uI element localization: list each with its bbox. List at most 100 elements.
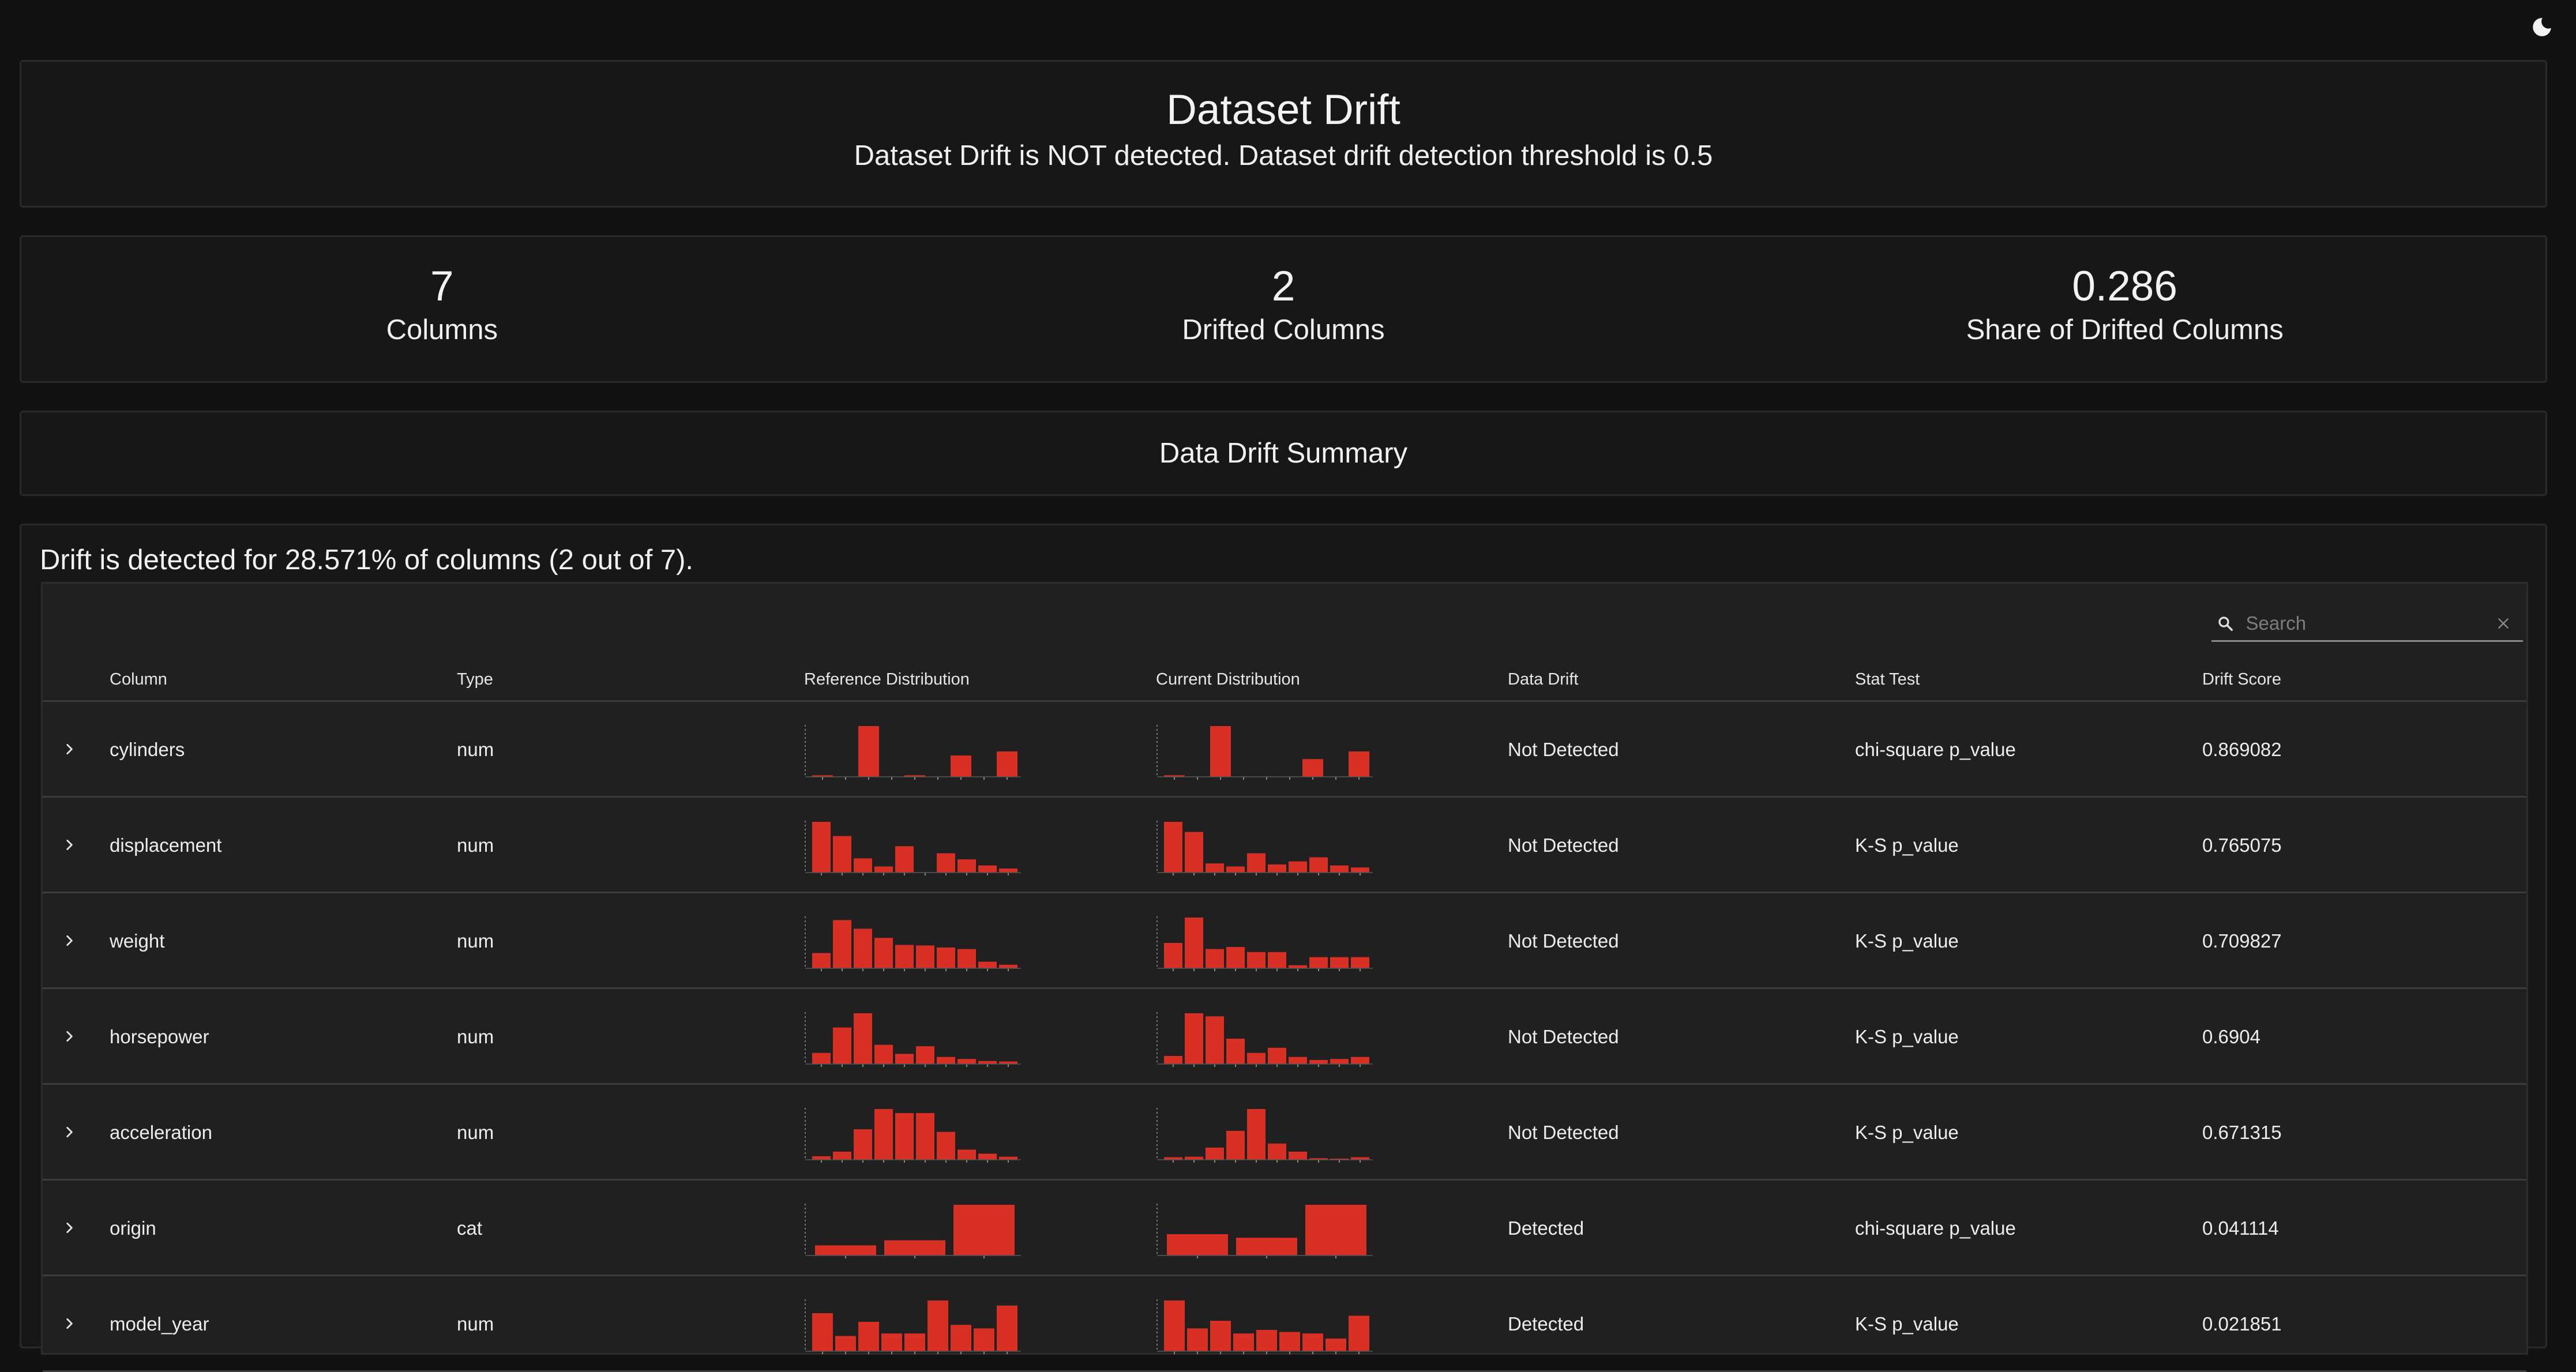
current-distribution-bar: [1268, 1143, 1286, 1160]
reference-distribution-bar: [854, 929, 872, 968]
current-distribution-bar: [1185, 1013, 1203, 1064]
reference-distribution-bar: [874, 1109, 893, 1160]
counter-value: 2: [1271, 263, 1295, 310]
chevron-right-icon[interactable]: [55, 735, 83, 763]
chevron-right-icon[interactable]: [55, 831, 83, 859]
chevron-right-icon[interactable]: [55, 1023, 83, 1050]
data-drift-status: Detected: [1508, 1217, 1584, 1239]
current-distribution-bar: [1210, 726, 1231, 777]
theme-toggle-moon-icon[interactable]: [2530, 15, 2554, 39]
current-distribution-bar: [1226, 1130, 1245, 1160]
reference-distribution-bar: [854, 1129, 872, 1160]
reference-distribution-bar: [881, 1333, 902, 1351]
data-drift-status: Not Detected: [1508, 1026, 1619, 1047]
column-name: weight: [110, 930, 165, 952]
reference-distribution-bar: [997, 1305, 1017, 1351]
reference-distribution-bar: [835, 1336, 856, 1351]
search-input[interactable]: [2244, 612, 2492, 635]
current-distribution-bar: [1305, 1205, 1366, 1256]
column-name: displacement: [110, 835, 222, 856]
current-distribution-bar: [1268, 864, 1286, 873]
current-distribution-bar: [1226, 947, 1245, 968]
counters-panel: 7 Columns 2 Drifted Columns 0.286 Share …: [20, 235, 2547, 383]
current-distribution-bar: [1164, 1300, 1185, 1351]
current-distribution-bar: [1185, 1156, 1203, 1160]
chevron-right-icon[interactable]: [55, 1214, 83, 1242]
data-drift-status: Not Detected: [1508, 835, 1619, 856]
header-reference-distribution[interactable]: Reference Distribution: [804, 670, 970, 689]
column-type: num: [457, 739, 494, 760]
reference-distribution-histogram: [805, 821, 1021, 875]
reference-distribution-bar: [812, 1313, 833, 1351]
column-name: horsepower: [110, 1026, 209, 1047]
stat-test: K-S p_value: [1855, 1313, 1959, 1335]
reference-distribution-bar: [937, 1057, 955, 1064]
data-drift-status: Not Detected: [1508, 739, 1619, 760]
header-column[interactable]: Column: [110, 670, 167, 689]
header-data-drift[interactable]: Data Drift: [1508, 670, 1578, 689]
column-type: cat: [457, 1217, 483, 1239]
reference-distribution-bar: [874, 938, 893, 968]
current-distribution-bar: [1206, 1016, 1224, 1064]
reference-distribution-bar: [978, 865, 997, 873]
table-row: origin cat Detected chi-square p_value 0.041…: [43, 1181, 2526, 1276]
page-title: Dataset Drift: [1166, 87, 1400, 133]
search-box[interactable]: [2211, 607, 2523, 642]
reference-distribution-bar: [957, 1059, 976, 1064]
stat-test: K-S p_value: [1855, 930, 1959, 952]
header-type[interactable]: Type: [457, 670, 493, 689]
column-type: num: [457, 1313, 494, 1335]
reference-distribution-bar: [937, 853, 955, 873]
current-distribution-histogram: [1156, 1204, 1373, 1258]
chevron-right-icon[interactable]: [55, 1118, 83, 1146]
reference-distribution-bar: [999, 964, 1017, 968]
reference-distribution-bar: [999, 1156, 1017, 1160]
current-distribution-bar: [1247, 853, 1266, 873]
reference-distribution-bar: [916, 1046, 934, 1064]
current-distribution-bar: [1330, 1059, 1349, 1064]
current-distribution-bar: [1247, 1109, 1266, 1160]
current-distribution-bar: [1164, 943, 1182, 968]
counter-label: Columns: [386, 314, 498, 345]
close-icon[interactable]: [2492, 612, 2515, 635]
counter-drifted-columns: 2 Drifted Columns: [863, 237, 1704, 381]
reference-distribution-bar: [937, 947, 955, 968]
drift-share-text: Drift is detected for 28.571% of columns…: [40, 544, 694, 576]
current-distribution-bar: [1309, 857, 1328, 873]
reference-distribution-histogram: [805, 1204, 1021, 1258]
current-distribution-bar: [1351, 1057, 1369, 1064]
reference-distribution-bar: [895, 1054, 914, 1064]
reference-distribution-bar: [927, 1300, 948, 1351]
current-distribution-bar: [1309, 1059, 1328, 1064]
reference-distribution-bar: [854, 858, 872, 873]
reference-distribution-bar: [895, 846, 914, 873]
reference-distribution-bar: [904, 1333, 925, 1351]
current-distribution-bar: [1247, 952, 1266, 968]
header-drift-score[interactable]: Drift Score: [2202, 670, 2281, 689]
current-distribution-histogram: [1156, 1012, 1373, 1067]
current-distribution-bar: [1302, 1333, 1323, 1351]
drift-score: 0.765075: [2202, 835, 2282, 856]
column-type: num: [457, 835, 494, 856]
chevron-right-icon[interactable]: [55, 927, 83, 954]
header-stat-test[interactable]: Stat Test: [1855, 670, 1920, 689]
drift-score: 0.671315: [2202, 1122, 2282, 1143]
data-drift-status: Detected: [1508, 1313, 1584, 1335]
counter-share-drifted: 0.286 Share of Drifted Columns: [1704, 237, 2545, 381]
reference-distribution-histogram: [805, 1299, 1021, 1354]
current-distribution-bar: [1236, 1238, 1297, 1256]
header-current-distribution[interactable]: Current Distribution: [1156, 670, 1300, 689]
reference-distribution-bar: [854, 1013, 872, 1064]
current-distribution-bar: [1309, 957, 1328, 968]
current-distribution-bar: [1226, 866, 1245, 873]
reference-distribution-bar: [978, 1061, 997, 1064]
current-distribution-bar: [1210, 1321, 1231, 1351]
current-distribution-bar: [1247, 1053, 1266, 1064]
chevron-right-icon[interactable]: [55, 1310, 83, 1337]
reference-distribution-bar: [833, 836, 851, 873]
reference-distribution-bar: [874, 866, 893, 873]
drift-table-panel: Drift is detected for 28.571% of columns…: [20, 524, 2547, 1372]
table-row: cylinders num Not Detected chi-square p_val…: [43, 702, 2526, 798]
column-name: model_year: [110, 1313, 209, 1335]
current-distribution-bar: [1167, 1234, 1228, 1256]
